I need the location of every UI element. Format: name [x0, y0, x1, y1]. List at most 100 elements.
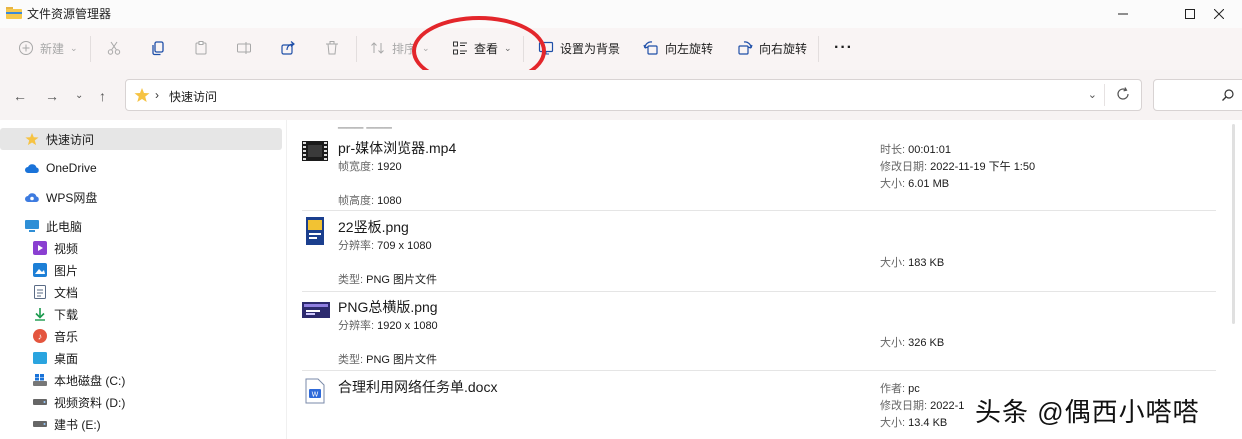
file-meta: 帧宽度: 1920 [338, 161, 402, 173]
desktop-icon [32, 350, 48, 366]
share-icon [281, 41, 295, 55]
sidebar-item-label: 视频 [54, 241, 79, 256]
rotate-left-button[interactable]: 向左旋转 [643, 38, 713, 58]
rotate-right-label: 向右旋转 [759, 41, 808, 56]
documents-folder-icon [32, 284, 48, 300]
rotate-left-icon [643, 41, 658, 55]
toolbar-divider [90, 36, 91, 62]
sidebar-item-videos[interactable]: 视频 [0, 237, 314, 259]
scissors-icon [107, 41, 121, 55]
search-icon [1222, 89, 1234, 101]
rotate-right-icon [738, 41, 753, 55]
sidebar-item-wps-drive[interactable]: WPS网盘 [0, 186, 306, 208]
window-title: 文件资源管理器 [27, 7, 112, 21]
wps-cloud-icon [24, 189, 40, 205]
copy-icon [152, 41, 164, 56]
rotate-right-button[interactable]: 向右旋转 [737, 38, 807, 58]
address-dropdown-chevron-icon[interactable]: ⌄ [1088, 88, 1097, 101]
sidebar-item-documents[interactable]: 文档 [0, 281, 314, 303]
sidebar-item-label: 快速访问 [46, 132, 95, 147]
refresh-icon[interactable] [1115, 86, 1131, 102]
command-bar: 新建 ⌄ 排序 ⌄ 查看 ⌄ 设置为背景 向左旋转 向右旋转 ··· [0, 28, 1242, 70]
cut-off-row-text: ▁▁▁ ▁▁▁ [338, 117, 392, 129]
breadcrumb-quick-access[interactable]: 快速访问 [169, 88, 217, 105]
plus-circle-icon [19, 41, 33, 55]
minimize-button[interactable] [1100, 0, 1146, 28]
file-meta: 时长: 00:01:01 [880, 144, 951, 156]
sidebar-item-desktop[interactable]: 桌面 [0, 347, 314, 369]
rename-icon [237, 42, 251, 54]
sort-icon [371, 42, 384, 54]
forward-arrow-icon[interactable]: → [45, 88, 59, 104]
rename-button[interactable] [236, 38, 252, 58]
cloud-icon [24, 160, 40, 176]
sidebar-item-this-pc[interactable]: 此电脑 [0, 215, 306, 237]
sidebar-item-downloads[interactable]: 下载 [0, 303, 314, 325]
file-meta: 分辨率: 709 x 1080 [338, 240, 432, 252]
close-button[interactable] [1196, 0, 1242, 28]
row-divider [302, 291, 1216, 292]
share-button[interactable] [280, 38, 296, 58]
file-name[interactable]: PNG总横版.png [338, 297, 438, 317]
delete-button[interactable] [324, 38, 340, 58]
minimize-icon [1118, 13, 1128, 15]
pictures-folder-icon [32, 262, 48, 278]
sidebar-item-drive-d[interactable]: 视频资料 (D:) [0, 391, 314, 413]
drive-icon [32, 416, 48, 432]
new-button[interactable]: 新建 ⌄ [18, 38, 78, 58]
title-bar: 文件资源管理器 [0, 0, 1242, 28]
file-name[interactable]: pr-媒体浏览器.mp4 [338, 138, 456, 158]
svg-text:♪: ♪ [38, 332, 43, 342]
address-input[interactable]: › 快速访问 ⌄ [125, 79, 1142, 111]
sidebar-item-label: 此电脑 [46, 219, 83, 234]
sidebar-item-label: WPS网盘 [46, 190, 98, 205]
folder-icon [6, 7, 22, 19]
rotate-left-label: 向左旋转 [665, 41, 714, 56]
file-meta: 大小: 326 KB [880, 337, 945, 349]
cut-button[interactable] [106, 38, 122, 58]
recent-locations-chevron-icon[interactable]: ⌄ [75, 90, 83, 101]
star-icon [24, 131, 40, 147]
sidebar-item-quick-access[interactable]: 快速访问 [0, 128, 282, 150]
sidebar-item-label: 下载 [54, 307, 79, 322]
sidebar-item-label: 本地磁盘 (C:) [54, 373, 126, 388]
svg-text:W: W [312, 391, 319, 399]
new-label: 新建 [40, 41, 65, 56]
windows-drive-icon [32, 372, 48, 388]
watermark: 头条 @偶西小嗒嗒 [975, 397, 1200, 427]
paste-button[interactable] [193, 38, 209, 58]
file-meta: 帧高度: 1080 [338, 195, 402, 207]
vertical-scrollbar[interactable] [1230, 124, 1238, 324]
star-icon [134, 88, 150, 102]
sidebar-item-drive-e[interactable]: 建书 (E:) [0, 413, 314, 435]
search-input[interactable] [1153, 79, 1242, 111]
sidebar-item-label: 文档 [54, 285, 79, 300]
sidebar-item-onedrive[interactable]: OneDrive [0, 157, 306, 179]
address-divider [1104, 84, 1105, 106]
sidebar-item-drive-c[interactable]: 本地磁盘 (C:) [0, 369, 314, 391]
breadcrumb-chevron-icon: › [155, 88, 159, 102]
close-icon [1214, 9, 1224, 19]
file-name[interactable]: 合理利用网络任务单.docx [338, 377, 497, 397]
back-arrow-icon[interactable]: ← [13, 88, 27, 104]
up-arrow-icon[interactable]: ↑ [99, 88, 106, 104]
file-name[interactable]: 22竖板.png [338, 217, 409, 237]
scrollbar-track [1232, 124, 1235, 324]
file-meta: 修改日期: 2022-11-19 下午 1:50 [880, 161, 1036, 173]
set-bg-label: 设置为背景 [560, 41, 621, 56]
sidebar-item-label: 音乐 [54, 329, 79, 344]
file-meta: 大小: 13.4 KB [880, 417, 948, 429]
sidebar-item-label: 视频资料 (D:) [54, 395, 126, 410]
file-meta: 大小: 6.01 MB [880, 178, 950, 190]
copy-button[interactable] [150, 38, 166, 58]
sidebar-item-music[interactable]: ♪ 音乐 [0, 325, 314, 347]
file-meta: 修改日期: 2022-1 [880, 400, 965, 412]
sidebar-item-label: OneDrive [46, 161, 97, 175]
trash-icon [326, 41, 338, 55]
computer-icon [24, 218, 40, 234]
image-thumbnail-icon [302, 302, 330, 318]
file-meta: 类型: PNG 图片文件 [338, 354, 438, 366]
sidebar-item-pictures[interactable]: 图片 [0, 259, 314, 281]
set-as-background-button[interactable]: 设置为背景 [538, 38, 620, 58]
more-options-button[interactable]: ··· [834, 38, 853, 58]
